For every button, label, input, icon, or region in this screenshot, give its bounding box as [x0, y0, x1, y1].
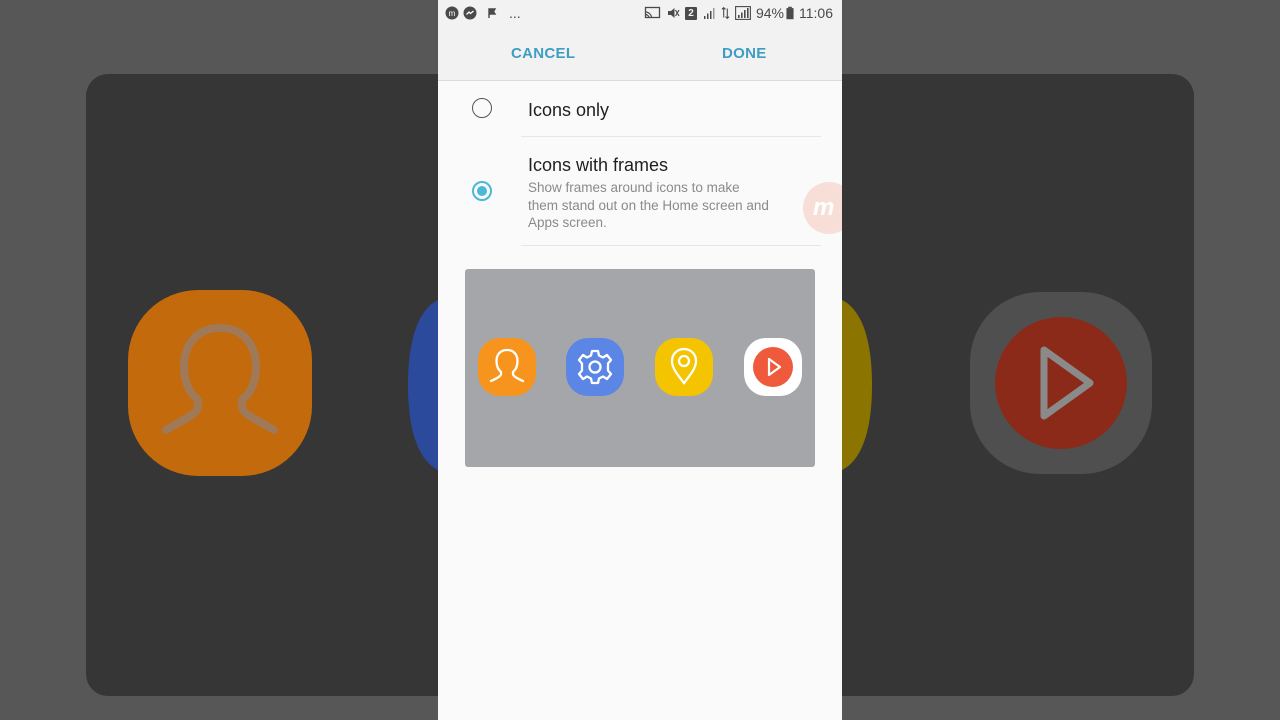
video-play-icon [744, 338, 802, 396]
watermark-logo: m [803, 182, 842, 234]
battery-percent: 94% [755, 5, 784, 21]
phone-screen: m ... 2 94% 11:06 CANCEL DONE Icons only… [438, 0, 842, 720]
data-arrows-icon [721, 6, 730, 20]
done-button[interactable]: DONE [722, 45, 767, 62]
action-bar: CANCEL DONE [438, 28, 842, 81]
messenger-icon [463, 6, 477, 20]
icons-only-label: Icons only [528, 100, 610, 120]
sim-2-icon: 2 [684, 6, 697, 20]
settings-icon [566, 338, 624, 396]
svg-text:m: m [449, 9, 456, 18]
cast-icon [644, 6, 661, 19]
icons-with-frames-radio[interactable] [472, 181, 492, 201]
background-contacts-icon [128, 290, 312, 476]
location-pin-icon [655, 338, 713, 396]
more-notifications: ... [509, 5, 521, 21]
icons-with-frames-label: Icons with frames [528, 155, 669, 175]
contacts-icon [478, 338, 536, 396]
mute-icon [667, 8, 680, 18]
battery-icon [786, 6, 794, 20]
status-bar: m ... 2 94% 11:06 [438, 0, 842, 28]
clock: 11:06 [799, 5, 833, 21]
background-pin-icon [842, 300, 872, 470]
system-status: 2 94% 11:06 [644, 5, 833, 21]
cancel-button[interactable]: CANCEL [511, 45, 575, 62]
background-settings-icon [408, 300, 438, 470]
notification-area: m ... [445, 6, 521, 20]
messenger-m-icon: m [445, 6, 459, 20]
icons-only-radio[interactable] [472, 98, 492, 118]
divider [521, 245, 821, 246]
flag-icon [488, 8, 497, 18]
background-video-icon [970, 292, 1152, 474]
signal-icon [703, 8, 715, 19]
divider [521, 136, 821, 137]
icon-frame-preview [465, 269, 815, 467]
icons-with-frames-description: Show frames around icons to make them st… [528, 180, 769, 230]
signal-full-icon [735, 6, 751, 20]
